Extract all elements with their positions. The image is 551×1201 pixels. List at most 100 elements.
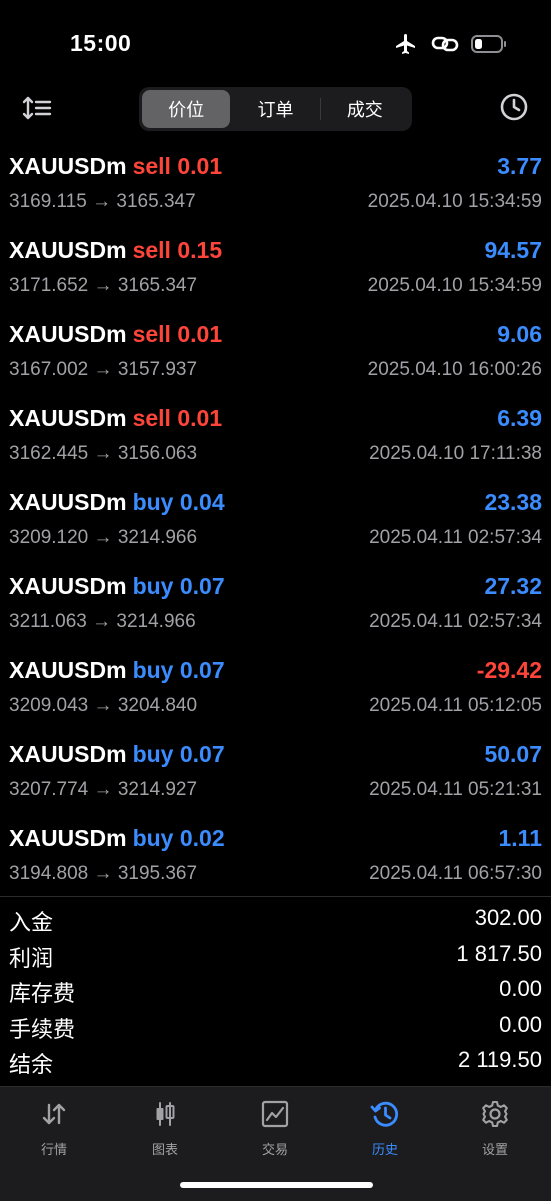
deal-title: XAUUSDm sell 0.01 xyxy=(9,405,222,432)
sort-icon xyxy=(22,96,52,120)
link-icon xyxy=(431,36,459,52)
deal-symbol: XAUUSDm xyxy=(9,321,127,347)
deal-side: buy xyxy=(132,489,174,515)
tab-quotes[interactable]: 行情 xyxy=(9,1099,99,1158)
tab-charts[interactable]: 图表 xyxy=(120,1099,210,1158)
deal-open-price: 3167.002 xyxy=(9,359,89,380)
deal-symbol: XAUUSDm xyxy=(9,237,127,263)
arrow-right-icon: → xyxy=(88,779,118,800)
divider xyxy=(0,896,551,897)
deal-open-price: 3211.063 xyxy=(9,611,87,632)
trade-chart-icon xyxy=(261,1100,289,1128)
top-toolbar: 价位 订单 成交 xyxy=(0,80,551,140)
deal-symbol: XAUUSDm xyxy=(9,153,127,179)
deal-open-price: 3162.445 xyxy=(9,443,89,464)
arrow-right-icon: → xyxy=(88,527,118,548)
deal-profit: 1.11 xyxy=(498,825,543,851)
deal-open-price: 3171.652 xyxy=(9,275,89,296)
summary-row: 结余 2 119.50 xyxy=(0,1044,551,1080)
deal-volume: 0.01 xyxy=(177,321,223,347)
deal-close-price: 3214.927 xyxy=(117,779,198,800)
candlestick-chart-icon xyxy=(156,1102,175,1126)
summary-label: 利润 xyxy=(9,945,54,971)
deal-title: XAUUSDm sell 0.15 xyxy=(9,237,222,264)
summary-row: 手续费 0.00 xyxy=(0,1009,551,1045)
arrow-right-icon: → xyxy=(88,443,118,464)
deal-row[interactable]: XAUUSDm sell 0.01 3.77 3169.115 → 3165.347 2… xyxy=(0,140,551,224)
deal-profit: 94.57 xyxy=(484,237,542,263)
deal-volume: 0.01 xyxy=(177,405,223,431)
tab-deals[interactable]: 成交 xyxy=(321,90,409,128)
deal-volume: 0.07 xyxy=(179,657,225,683)
summary-label: 入金 xyxy=(9,910,54,935)
deal-row[interactable]: XAUUSDm sell 0.01 6.39 3162.445 → 3156.063 2… xyxy=(0,392,551,476)
deal-prices: 3171.652 → 3165.347 xyxy=(9,275,197,297)
summary-panel: 入金 302.00 利润 1 817.50 库存费 0.00 手续费 0.00 结余 2 119.… xyxy=(0,902,551,1080)
deal-side-volume: buy 0.07 xyxy=(133,657,225,683)
deal-side-volume: sell 0.01 xyxy=(133,153,223,179)
deal-row[interactable]: XAUUSDm sell 0.15 94.57 3171.652 → 3165.347… xyxy=(0,224,551,308)
deal-side-volume: sell 0.01 xyxy=(133,405,223,431)
deal-prices: 3194.808 → 3195.367 xyxy=(9,863,197,885)
deal-profit: 27.32 xyxy=(484,573,542,599)
period-button[interactable] xyxy=(499,92,529,122)
deal-side-volume: sell 0.15 xyxy=(133,237,223,263)
deal-volume: 0.04 xyxy=(179,489,225,515)
summary-label: 库存费 xyxy=(9,981,76,1006)
tab-history[interactable]: 历史 xyxy=(340,1099,430,1158)
deal-row[interactable]: XAUUSDm buy 0.07 -29.42 3209.043 → 3204.840… xyxy=(0,644,551,728)
deal-volume: 0.15 xyxy=(177,237,223,263)
deal-side-volume: buy 0.07 xyxy=(133,741,225,767)
deal-open-price: 3209.120 xyxy=(9,527,89,548)
deal-side: buy xyxy=(132,657,174,683)
arrow-right-icon: → xyxy=(88,359,118,380)
summary-label: 手续费 xyxy=(9,1016,76,1042)
sort-button[interactable] xyxy=(20,92,56,124)
deal-close-price: 3204.840 xyxy=(117,695,198,716)
deal-open-price: 3209.043 xyxy=(9,695,89,716)
deal-row[interactable]: XAUUSDm buy 0.07 27.32 3211.063 → 3214.966 2… xyxy=(0,560,551,644)
deal-prices: 3162.445 → 3156.063 xyxy=(9,443,197,465)
deal-side: buy xyxy=(132,825,174,851)
tab-positions[interactable]: 价位 xyxy=(142,90,231,128)
deal-profit: -29.42 xyxy=(476,657,542,683)
deal-side: sell xyxy=(132,237,171,263)
home-indicator[interactable] xyxy=(180,1182,373,1188)
deal-datetime: 2025.04.11 05:12:05 xyxy=(369,695,542,716)
deal-side: sell xyxy=(132,405,171,431)
deal-datetime: 2025.04.10 15:34:59 xyxy=(367,275,542,296)
deal-symbol: XAUUSDm xyxy=(9,741,127,767)
deal-title: XAUUSDm sell 0.01 xyxy=(9,321,222,348)
deal-close-price: 3157.937 xyxy=(117,359,198,380)
deal-title: XAUUSDm sell 0.01 xyxy=(9,153,222,180)
deal-close-price: 3214.966 xyxy=(117,527,198,548)
arrow-right-icon: → xyxy=(88,695,118,716)
deal-side-volume: buy 0.04 xyxy=(133,489,225,515)
summary-value: 0.00 xyxy=(499,1011,542,1037)
summary-label: 结余 xyxy=(9,1052,54,1077)
deal-side: buy xyxy=(132,573,174,599)
status-time: 15:00 xyxy=(70,30,132,56)
deal-title: XAUUSDm buy 0.07 xyxy=(9,741,225,768)
deal-prices: 3211.063 → 3214.966 xyxy=(9,611,196,633)
summary-value: 2 119.50 xyxy=(457,1047,542,1072)
summary-row: 入金 302.00 xyxy=(0,902,551,938)
deal-row[interactable]: XAUUSDm buy 0.07 50.07 3207.774 → 3214.927 2… xyxy=(0,728,551,812)
deal-side: buy xyxy=(132,741,174,767)
deal-datetime: 2025.04.11 05:21:31 xyxy=(369,779,542,800)
summary-value: 0.00 xyxy=(499,976,542,1001)
deal-datetime: 2025.04.10 16:00:26 xyxy=(367,359,542,380)
status-bar: 15:00 xyxy=(0,0,551,80)
deal-prices: 3169.115 → 3165.347 xyxy=(9,191,196,213)
tab-trade[interactable]: 交易 xyxy=(230,1099,320,1158)
tab-settings[interactable]: 设置 xyxy=(450,1099,540,1158)
arrow-right-icon: → xyxy=(86,611,117,632)
deal-side-volume: sell 0.01 xyxy=(133,321,223,347)
deal-row[interactable]: XAUUSDm buy 0.02 1.11 3194.808 → 3195.367 20… xyxy=(0,812,551,896)
deal-symbol: XAUUSDm xyxy=(9,489,127,515)
deal-prices: 3209.120 → 3214.966 xyxy=(9,527,197,549)
tab-orders[interactable]: 订单 xyxy=(231,90,319,128)
deal-row[interactable]: XAUUSDm sell 0.01 9.06 3167.002 → 3157.937 2… xyxy=(0,308,551,392)
deal-row[interactable]: XAUUSDm buy 0.04 23.38 3209.120 → 3214.966 2… xyxy=(0,476,551,560)
arrow-right-icon: → xyxy=(86,191,117,212)
